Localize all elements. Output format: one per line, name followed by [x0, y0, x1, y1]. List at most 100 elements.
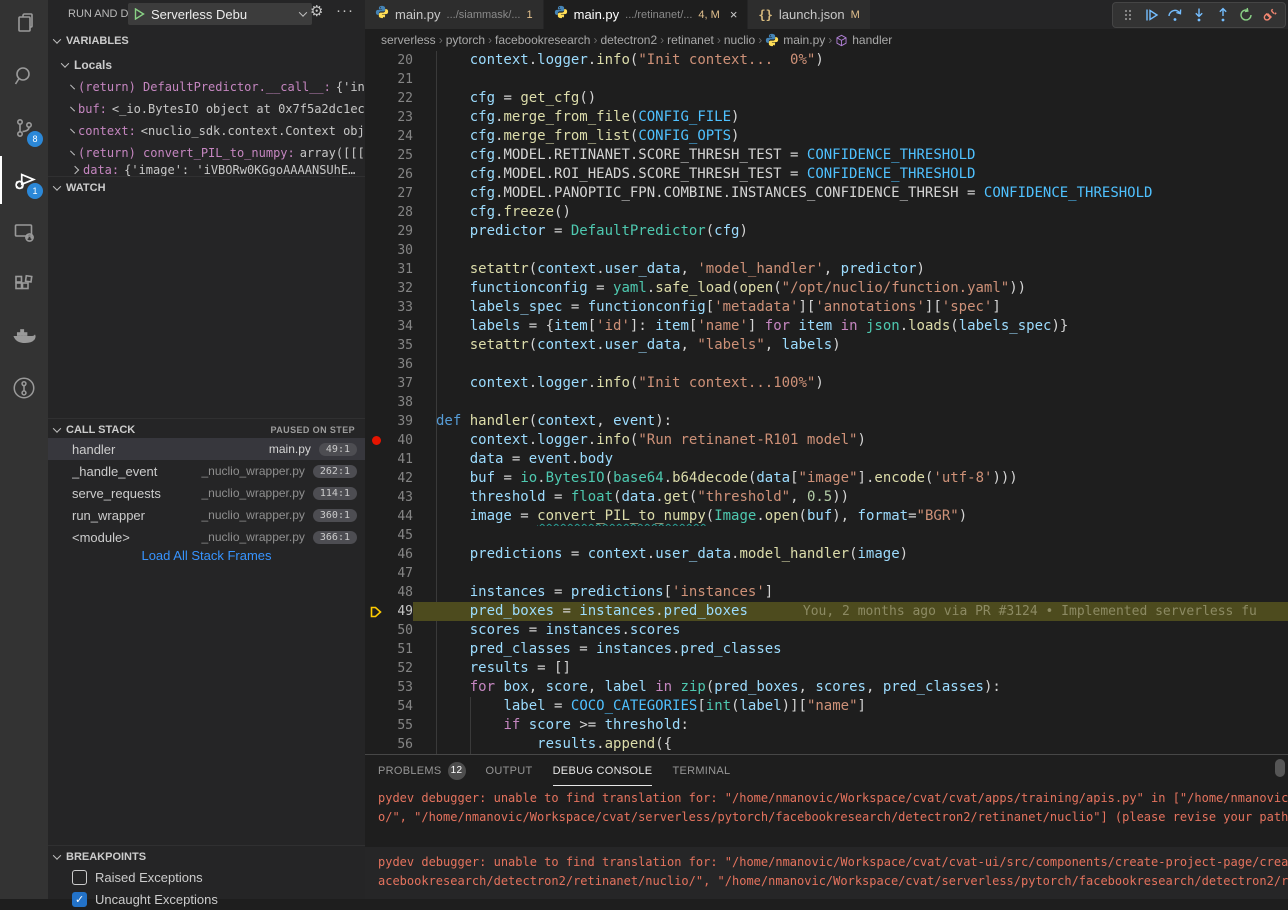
launch-config-dropdown[interactable]: Serverless Debu [128, 3, 312, 25]
breadcrumb-item[interactable]: pytorch [446, 33, 485, 47]
editor-line[interactable]: 30 [365, 241, 1288, 260]
call-stack-section-header[interactable]: CALL STACK PAUSED ON STEP [48, 418, 365, 440]
editor-line[interactable]: 35 setattr(context.user_data, "labels", … [365, 336, 1288, 355]
editor-line[interactable]: 43 threshold = float(data.get("threshold… [365, 488, 1288, 507]
gutter-glyph[interactable] [365, 336, 387, 355]
editor-line[interactable]: 47 [365, 564, 1288, 583]
gutter-glyph[interactable] [365, 260, 387, 279]
variable-row[interactable]: data:{'image': 'iVBORw0KGgoAAAANSUhE… [48, 164, 365, 176]
line-number[interactable]: 43 [387, 488, 413, 507]
stack-frame-row[interactable]: serve_requests_nuclio_wrapper.py114:1 [48, 482, 365, 504]
variable-row[interactable]: (return) DefaultPredictor.__call__:{'ins… [48, 76, 365, 98]
continue-icon[interactable] [1143, 5, 1161, 25]
gutter-glyph[interactable] [365, 640, 387, 659]
line-number[interactable]: 24 [387, 127, 413, 146]
breakpoint-row[interactable]: Uncaught Exceptions [48, 888, 365, 910]
line-number[interactable]: 48 [387, 583, 413, 602]
editor-line[interactable]: 51 pred_classes = instances.pred_classes [365, 640, 1288, 659]
editor-line[interactable]: 22 cfg = get_cfg() [365, 89, 1288, 108]
line-number[interactable]: 42 [387, 469, 413, 488]
gutter-glyph[interactable] [365, 564, 387, 583]
editor-line[interactable]: 28 cfg.freeze() [365, 203, 1288, 222]
breakpoint-dot[interactable] [372, 436, 381, 445]
gutter-glyph[interactable] [365, 488, 387, 507]
gutter-glyph[interactable] [365, 317, 387, 336]
stack-frame-row[interactable]: handlermain.py49:1 [48, 438, 365, 460]
gutter-glyph[interactable] [365, 184, 387, 203]
panel-tab-debug-console[interactable]: DEBUG CONSOLE [553, 755, 653, 786]
line-number[interactable]: 45 [387, 526, 413, 545]
editor-line[interactable]: 34 labels = {item['id']: item['name'] fo… [365, 317, 1288, 336]
line-number[interactable]: 38 [387, 393, 413, 412]
editor-line[interactable]: 37 context.logger.info("Init context...1… [365, 374, 1288, 393]
editor-line[interactable]: 48 instances = predictions['instances'] [365, 583, 1288, 602]
breadcrumb-item[interactable]: facebookresearch [495, 33, 590, 47]
step-out-icon[interactable] [1214, 5, 1232, 25]
gutter-glyph[interactable] [365, 203, 387, 222]
breakpoint-glyph[interactable] [365, 431, 387, 450]
editor-line[interactable]: 50 scores = instances.scores [365, 621, 1288, 640]
editor-line[interactable]: 41 data = event.body [365, 450, 1288, 469]
breadcrumb-item[interactable]: serverless [381, 33, 436, 47]
line-number[interactable]: 30 [387, 241, 413, 260]
line-number[interactable]: 28 [387, 203, 413, 222]
breadcrumb-item[interactable]: nuclio [724, 33, 755, 47]
gutter-glyph[interactable] [365, 241, 387, 260]
gutter-glyph[interactable] [365, 507, 387, 526]
variable-row[interactable]: (return) convert_PIL_to_numpy:array([[[ … [48, 142, 365, 164]
line-number[interactable]: 22 [387, 89, 413, 108]
run-debug-icon[interactable]: 1 [0, 156, 48, 204]
editor-line[interactable]: 52 results = [] [365, 659, 1288, 678]
breadcrumb-item[interactable]: main.py [765, 33, 825, 47]
stack-frame-row[interactable]: _handle_event_nuclio_wrapper.py262:1 [48, 460, 365, 482]
gear-icon[interactable]: ⚙ [310, 2, 323, 20]
line-number[interactable]: 29 [387, 222, 413, 241]
line-number[interactable]: 47 [387, 564, 413, 583]
editor-line[interactable]: 46 predictions = context.user_data.model… [365, 545, 1288, 564]
docker-icon[interactable] [0, 312, 48, 360]
gutter-glyph[interactable] [365, 678, 387, 697]
line-number[interactable]: 50 [387, 621, 413, 640]
editor-line[interactable]: 38 [365, 393, 1288, 412]
gutter-glyph[interactable] [365, 355, 387, 374]
gutter-glyph[interactable] [365, 697, 387, 716]
more-actions-icon[interactable]: ··· [336, 2, 354, 19]
line-number[interactable]: 52 [387, 659, 413, 678]
explorer-icon[interactable] [0, 0, 48, 48]
editor-line[interactable]: 44 image = convert_PIL_to_numpy(Image.op… [365, 507, 1288, 526]
line-number[interactable]: 26 [387, 165, 413, 184]
gutter-glyph[interactable] [365, 716, 387, 735]
variables-section-header[interactable]: VARIABLES [48, 30, 365, 52]
panel-tab-terminal[interactable]: TERMINAL [672, 755, 730, 786]
breadcrumb-item[interactable]: detectron2 [600, 33, 657, 47]
gutter-glyph[interactable] [365, 469, 387, 488]
search-icon[interactable] [0, 52, 48, 100]
line-number[interactable]: 39 [387, 412, 413, 431]
editor-line[interactable]: 31 setattr(context.user_data, 'model_han… [365, 260, 1288, 279]
gutter-glyph[interactable] [365, 450, 387, 469]
gutter-glyph[interactable] [365, 108, 387, 127]
gutter-glyph[interactable] [365, 298, 387, 317]
breakpoint-row[interactable]: Raised Exceptions [48, 866, 365, 888]
line-number[interactable]: 56 [387, 735, 413, 754]
gutter-glyph[interactable] [365, 583, 387, 602]
editor-line[interactable]: 39def handler(context, event): [365, 412, 1288, 431]
gutter-glyph[interactable] [365, 89, 387, 108]
gutter-glyph[interactable] [365, 51, 387, 70]
gitlens-icon[interactable] [0, 364, 48, 412]
line-number[interactable]: 27 [387, 184, 413, 203]
editor-line[interactable]: 26 cfg.MODEL.ROI_HEADS.SCORE_THRESH_TEST… [365, 165, 1288, 184]
line-number[interactable]: 35 [387, 336, 413, 355]
editor-line[interactable]: 27 cfg.MODEL.PANOPTIC_FPN.COMBINE.INSTAN… [365, 184, 1288, 203]
load-all-stack-frames-link[interactable]: Load All Stack Frames [48, 548, 365, 563]
toolbar-grip[interactable] [1119, 5, 1137, 25]
line-number[interactable]: 36 [387, 355, 413, 374]
line-number[interactable]: 41 [387, 450, 413, 469]
variables-scope-locals[interactable]: Locals [48, 54, 365, 76]
gutter-glyph[interactable] [365, 621, 387, 640]
close-icon[interactable]: × [730, 7, 738, 22]
line-number[interactable]: 54 [387, 697, 413, 716]
editor-line[interactable]: 20 context.logger.info("Init context... … [365, 51, 1288, 70]
editor-line[interactable]: 36 [365, 355, 1288, 374]
source-control-icon[interactable]: 8 [0, 104, 48, 152]
